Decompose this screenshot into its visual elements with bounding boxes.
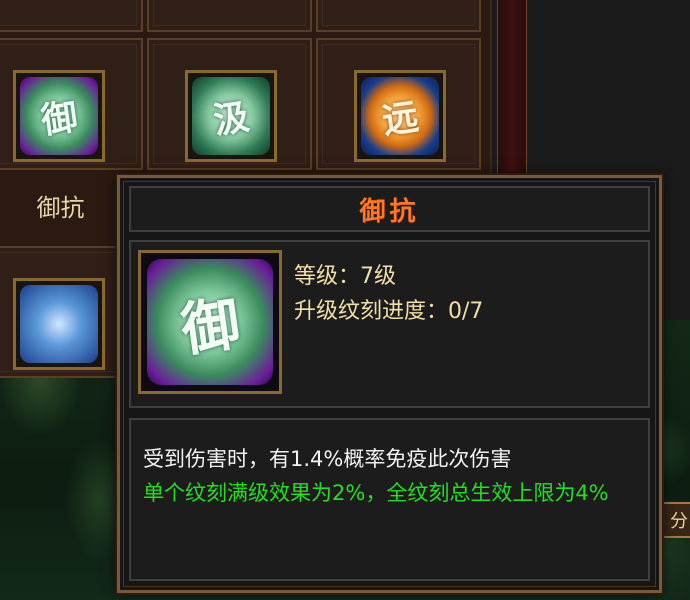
token-glyph: 汲 <box>210 96 253 143</box>
skill-slot[interactable]: 远 <box>354 70 446 162</box>
effect-bonus: 单个纹刻满级效果为2%，全纹刻总生效上限为4% <box>143 481 609 505</box>
grid-cell[interactable]: 汲 <box>147 38 312 170</box>
grid-cell[interactable] <box>147 0 312 32</box>
jade-token-icon: 御 <box>20 77 98 155</box>
tooltip-header: 御抗 <box>129 186 650 232</box>
grid-cell[interactable]: 远 <box>316 38 481 170</box>
grid-cell-yukang[interactable]: 御 御抗 <box>0 38 143 222</box>
skill-slot[interactable]: 汲 <box>185 70 277 162</box>
jade-token-icon: 汲 <box>192 77 270 155</box>
skill-tooltip: 御抗 御 等级：7级 升级纹刻进度：0/7 受到伤害时，有1.4%概率免疫此次伤… <box>117 175 662 593</box>
token-glyph: 远 <box>379 96 422 143</box>
level-text: 等级：7级 <box>294 264 396 289</box>
blue-token-icon <box>20 285 98 363</box>
tooltip-icon-frame: 御 <box>138 250 282 394</box>
grid-cell[interactable] <box>0 0 143 32</box>
grid-cell[interactable] <box>316 0 481 32</box>
progress-text: 升级纹刻进度：0/7 <box>294 299 484 324</box>
jade-token-icon: 御 <box>147 259 273 385</box>
skill-slot[interactable] <box>13 278 105 370</box>
token-glyph: 御 <box>38 96 81 143</box>
partial-button[interactable]: 分 <box>662 502 690 538</box>
effect-description: 受到伤害时，有1.4%概率免疫此次伤害 <box>143 447 512 471</box>
tooltip-info: 御 等级：7级 升级纹刻进度：0/7 <box>129 240 650 408</box>
token-glyph: 御 <box>177 289 245 365</box>
tooltip-title: 御抗 <box>359 196 420 227</box>
tooltip-description: 受到伤害时，有1.4%概率免疫此次伤害 单个纹刻满级效果为2%，全纹刻总生效上限… <box>129 418 650 581</box>
orange-medallion-icon: 远 <box>361 77 439 155</box>
skill-slot[interactable]: 御 <box>13 70 105 162</box>
